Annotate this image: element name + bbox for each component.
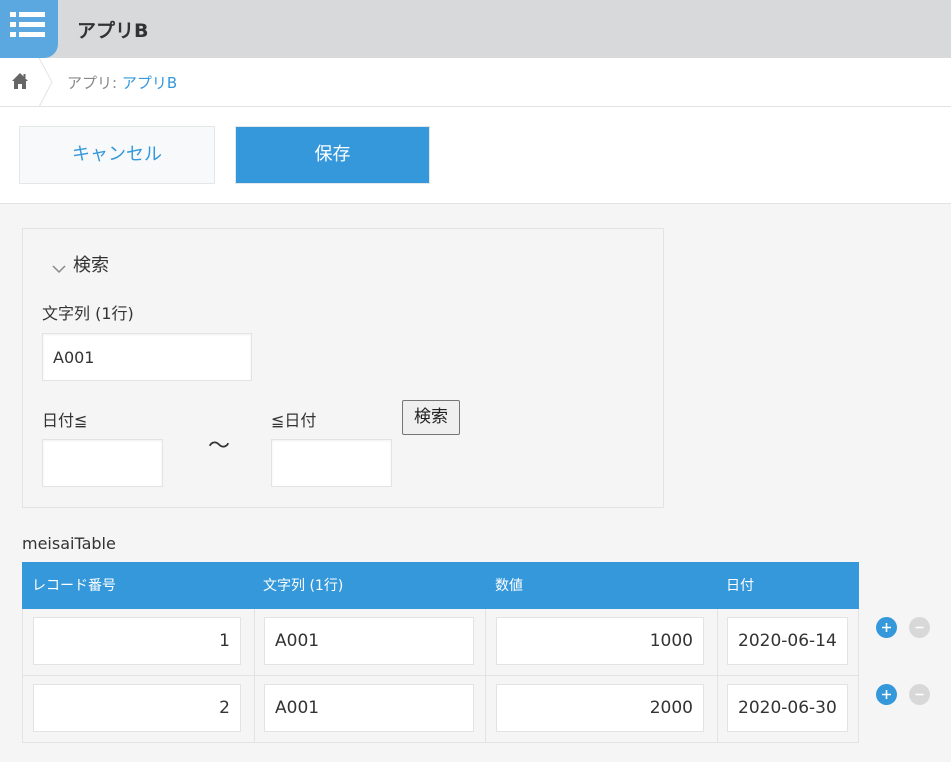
text-field-input[interactable]: A001 <box>42 333 252 381</box>
header-number: 数値 <box>495 578 523 594</box>
remove-row-icon[interactable] <box>909 684 930 705</box>
app-title: アプリB <box>77 20 149 42</box>
record-number-cell[interactable]: 2 <box>33 684 241 732</box>
group-title-label: 検索 <box>73 255 109 276</box>
list-icon[interactable] <box>0 0 58 58</box>
breadcrumb-app-link[interactable]: アプリB <box>122 74 177 92</box>
text-cell[interactable]: A001 <box>264 617 474 665</box>
breadcrumb-current: アプリ: アプリB <box>67 72 177 93</box>
text-cell[interactable]: A001 <box>264 684 474 732</box>
table-header: レコード番号 文字列 (1行) 数値 日付 <box>22 562 859 609</box>
action-bar: キャンセル 保存 <box>0 107 951 204</box>
group-title[interactable]: 検索 <box>53 251 109 277</box>
date-to-label: ≦日付 <box>271 411 317 430</box>
table-label: meisaiTable <box>22 534 116 553</box>
remove-row-icon[interactable] <box>909 617 930 638</box>
breadcrumb: アプリ: アプリB <box>0 57 951 108</box>
header-record-number: レコード番号 <box>32 578 116 594</box>
add-row-icon[interactable] <box>876 684 897 705</box>
date-cell[interactable]: 2020-06-14 <box>727 617 848 665</box>
home-icon[interactable] <box>11 72 29 94</box>
search-button[interactable]: 検索 <box>402 400 460 435</box>
record-number-cell[interactable]: 1 <box>33 617 241 665</box>
number-cell[interactable]: 1000 <box>496 617 704 665</box>
table-row: 1 A001 1000 2020-06-14 <box>22 609 859 676</box>
add-row-icon[interactable] <box>876 617 897 638</box>
breadcrumb-separator <box>38 57 54 111</box>
app-header: アプリB <box>0 0 951 58</box>
table-row: 2 A001 2000 2020-06-30 <box>22 676 859 743</box>
date-from-input[interactable] <box>42 439 163 487</box>
date-to-input[interactable] <box>271 439 392 487</box>
text-field-label: 文字列 (1行) <box>42 304 134 323</box>
cancel-button[interactable]: キャンセル <box>19 126 215 184</box>
header-date: 日付 <box>726 578 754 594</box>
save-button[interactable]: 保存 <box>235 126 430 184</box>
header-text: 文字列 (1行) <box>263 578 344 594</box>
date-from-label: 日付≦ <box>42 411 88 430</box>
breadcrumb-prefix: アプリ: <box>67 74 122 92</box>
date-cell[interactable]: 2020-06-30 <box>727 684 848 732</box>
range-separator: ～ <box>208 434 231 459</box>
number-cell[interactable]: 2000 <box>496 684 704 732</box>
